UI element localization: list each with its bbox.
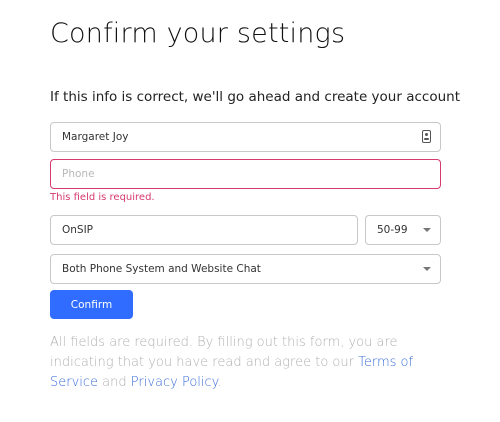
contact-card-icon[interactable] [422, 130, 431, 143]
disclaimer-text-after: . [217, 375, 222, 390]
phone-input[interactable] [62, 160, 411, 188]
confirm-settings-page: Confirm your settings If this info is co… [0, 0, 500, 422]
company-field[interactable] [50, 215, 358, 245]
chevron-down-icon [423, 267, 431, 271]
company-size-value: 50-99 [377, 224, 408, 236]
chevron-down-icon [423, 228, 431, 232]
confirm-button[interactable]: Confirm [50, 290, 133, 319]
privacy-policy-link[interactable]: Privacy Policy [131, 375, 218, 390]
disclaimer-text-middle: and [98, 375, 131, 390]
page-subtitle: If this info is correct, we'll go ahead … [50, 89, 460, 105]
product-select[interactable]: Both Phone System and Website Chat [50, 254, 441, 284]
product-value: Both Phone System and Website Chat [62, 263, 261, 275]
phone-field[interactable] [50, 159, 441, 189]
name-field[interactable] [50, 122, 441, 152]
page-title: Confirm your settings [50, 18, 346, 49]
disclaimer-text-before: All fields are required. By filling out … [50, 335, 398, 370]
company-input[interactable] [62, 216, 328, 244]
phone-error-message: This field is required. [50, 192, 155, 203]
disclaimer-text: All fields are required. By filling out … [50, 333, 450, 393]
name-input[interactable] [62, 123, 411, 151]
company-size-select[interactable]: 50-99 [365, 215, 441, 245]
